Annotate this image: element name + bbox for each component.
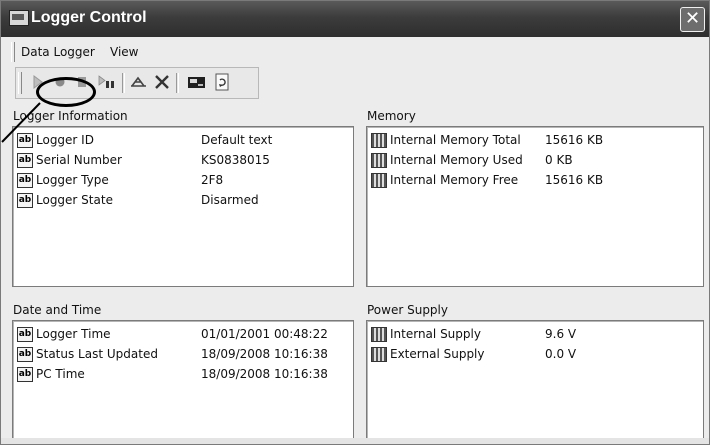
close-button[interactable]: ✕: [680, 7, 705, 32]
numeric-field-icon: [371, 173, 387, 188]
row-value: 18/09/2008 10:16:38: [201, 367, 328, 381]
window-title: Logger Control: [31, 9, 147, 26]
antenna-icon[interactable]: [128, 72, 148, 92]
text-field-icon: ab: [17, 173, 33, 188]
play-pause-icon[interactable]: [96, 72, 116, 92]
toolbar-grip[interactable]: [18, 72, 22, 94]
row-value: 9.6 V: [545, 327, 577, 341]
date-and-time-list[interactable]: ab Logger Time 01/01/2001 00:48:22 ab St…: [12, 320, 354, 439]
list-item[interactable]: ab Logger Type 2F8: [17, 172, 347, 190]
row-value: Default text: [201, 133, 273, 147]
text-field-icon: ab: [17, 153, 33, 168]
list-item[interactable]: Internal Memory Free 15616 KB: [371, 172, 696, 190]
power-supply-label: Power Supply: [367, 303, 448, 317]
row-label: Logger State: [36, 193, 113, 207]
row-value: Disarmed: [201, 193, 259, 207]
list-item[interactable]: Internal Supply 9.6 V: [371, 326, 696, 344]
row-label: Logger ID: [36, 133, 94, 147]
row-label: Serial Number: [36, 153, 122, 167]
row-value: 0 KB: [545, 153, 573, 167]
text-field-icon: ab: [17, 193, 33, 208]
row-value: 01/01/2001 00:48:22: [201, 327, 328, 341]
status-bar: [1, 438, 709, 444]
menu-data-logger[interactable]: Data Logger: [21, 45, 95, 59]
row-label: PC Time: [36, 367, 85, 381]
list-item[interactable]: ab Status Last Updated 18/09/2008 10:16:…: [17, 346, 347, 364]
list-item[interactable]: Internal Memory Total 15616 KB: [371, 132, 696, 150]
text-field-icon: ab: [17, 367, 33, 382]
menu-grip: [11, 42, 15, 62]
logger-information-list[interactable]: ab Logger ID Default text ab Serial Numb…: [12, 126, 354, 287]
menu-bar: Data Logger View: [7, 41, 697, 63]
power-supply-list[interactable]: Internal Supply 9.6 V External Supply 0.…: [366, 320, 704, 439]
row-label: External Supply: [390, 347, 485, 361]
text-field-icon: ab: [17, 347, 33, 362]
text-field-icon: ab: [17, 327, 33, 342]
memory-list[interactable]: Internal Memory Total 15616 KB Internal …: [366, 126, 704, 287]
logger-information-label: Logger Information: [13, 109, 128, 123]
list-item[interactable]: ab Logger ID Default text: [17, 132, 347, 150]
list-item[interactable]: ab Logger Time 01/01/2001 00:48:22: [17, 326, 347, 344]
title-bar[interactable]: Logger Control ✕: [1, 1, 709, 37]
row-value: 0.0 V: [545, 347, 577, 361]
row-value: 15616 KB: [545, 133, 604, 147]
highlight-circle-annotation: [36, 77, 96, 107]
text-field-icon: ab: [17, 133, 33, 148]
row-label: Logger Time: [36, 327, 111, 341]
memory-label: Memory: [367, 109, 416, 123]
row-value: KS0838015: [201, 153, 270, 167]
row-value: 2F8: [201, 173, 224, 187]
list-item[interactable]: Internal Memory Used 0 KB: [371, 152, 696, 170]
row-label: Internal Memory Total: [390, 133, 521, 147]
logger-control-window: Logger Control ✕ Data Logger View Logger…: [0, 0, 710, 445]
row-label: Logger Type: [36, 173, 109, 187]
toolbar-separator: [176, 73, 179, 93]
numeric-field-icon: [371, 327, 387, 342]
refresh-icon[interactable]: [212, 72, 232, 92]
row-label: Status Last Updated: [36, 347, 158, 361]
row-label: Internal Supply: [390, 327, 481, 341]
delete-icon[interactable]: [152, 72, 172, 92]
app-icon: [9, 10, 29, 26]
row-label: Internal Memory Free: [390, 173, 519, 187]
row-value: 18/09/2008 10:16:38: [201, 347, 328, 361]
numeric-field-icon: [371, 347, 387, 362]
numeric-field-icon: [371, 133, 387, 148]
list-item[interactable]: ab PC Time 18/09/2008 10:16:38: [17, 366, 347, 384]
list-item[interactable]: External Supply 0.0 V: [371, 346, 696, 364]
row-label: Internal Memory Used: [390, 153, 523, 167]
list-item[interactable]: ab Serial Number KS0838015: [17, 152, 347, 170]
menu-view[interactable]: View: [110, 45, 138, 59]
card-icon[interactable]: [186, 72, 206, 92]
toolbar-separator: [122, 73, 125, 93]
numeric-field-icon: [371, 153, 387, 168]
date-and-time-label: Date and Time: [13, 303, 102, 317]
list-item[interactable]: ab Logger State Disarmed: [17, 192, 347, 210]
row-value: 15616 KB: [545, 173, 604, 187]
